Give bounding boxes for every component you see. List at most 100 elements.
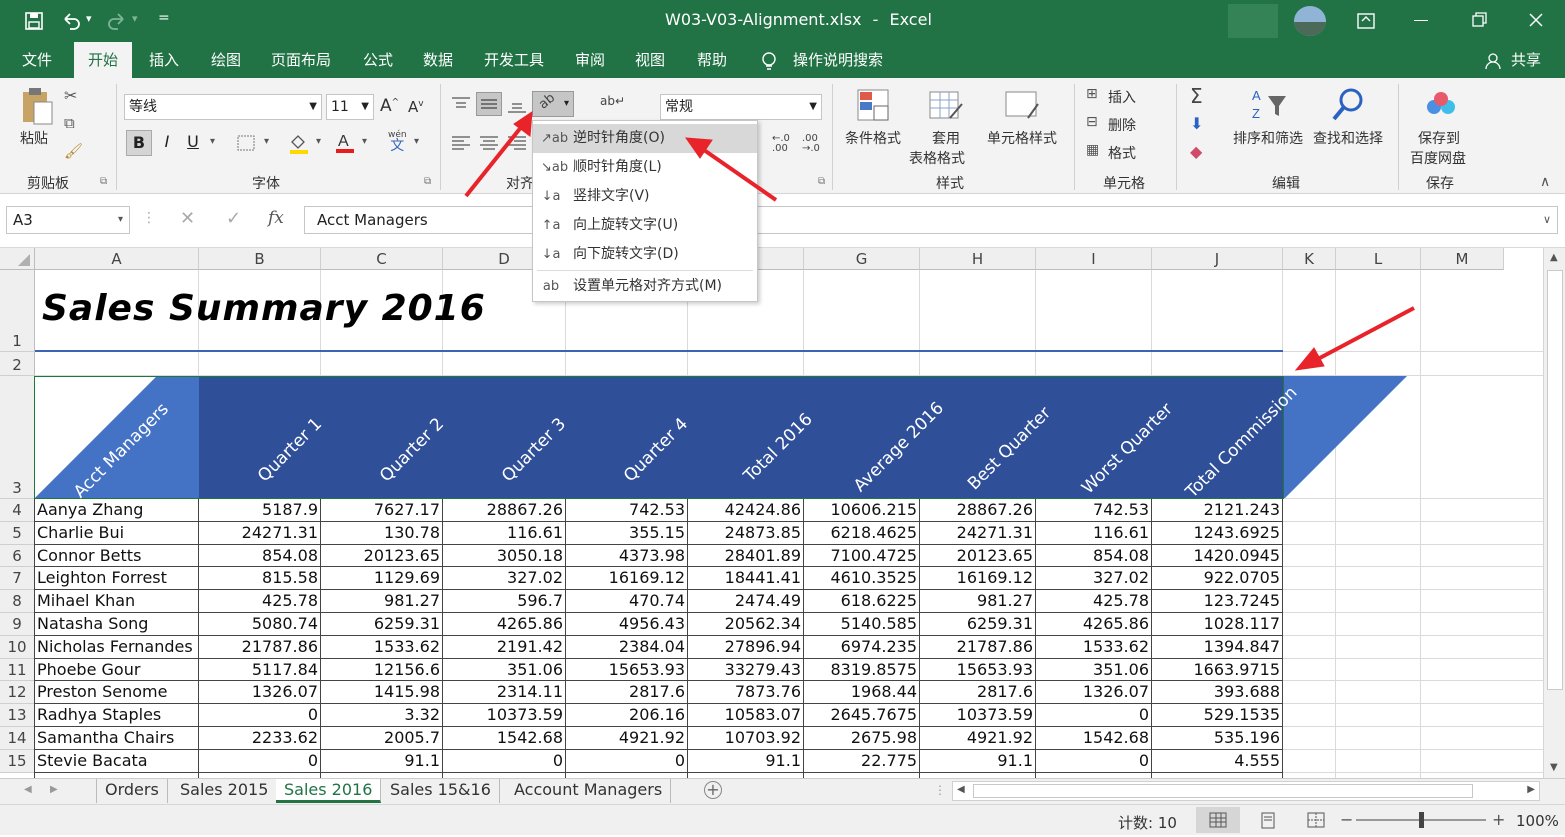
scroll-tabs-right-icon[interactable]: ▶ [50,784,58,795]
sheet-title[interactable]: Sales Summary 2016 [42,288,486,329]
column-header-a[interactable]: A [35,248,199,270]
cell-styles-button[interactable]: 单元格样式 [987,128,1057,148]
horizontal-scroll-thumb[interactable] [973,784,1473,798]
chevron-down-icon[interactable]: ▾ [210,136,215,147]
value-cell[interactable]: 22.775 [806,749,919,771]
normal-view-button[interactable] [1196,807,1240,833]
manager-name-cell[interactable]: Preston Senome [37,680,198,702]
format-as-table-line2[interactable]: 表格格式 [909,148,965,168]
horizontal-scrollbar[interactable]: ◀ ▶ [952,781,1540,801]
value-cell[interactable]: 1028.117 [1154,612,1282,634]
value-cell[interactable]: 7873.76 [690,680,803,702]
value-cell[interactable]: 2121.243 [1154,498,1282,520]
value-cell[interactable]: 20123.65 [323,544,442,566]
clear-icon[interactable]: ◆ [1190,142,1202,161]
border-icon[interactable] [236,134,256,152]
tab-data[interactable]: 数据 [410,42,466,78]
value-cell[interactable]: 24873.85 [690,521,803,543]
tab-splitter-icon[interactable]: ⋮ [934,783,946,797]
manager-name-cell[interactable]: Connor Betts [37,544,198,566]
row-header-8[interactable]: 8 [0,590,35,613]
tab-developer[interactable]: 开发工具 [474,42,554,78]
value-cell[interactable]: 1243.6925 [1154,521,1282,543]
value-cell[interactable]: 1968.44 [806,680,919,702]
value-cell[interactable]: 10373.59 [445,703,565,725]
chevron-down-icon[interactable]: ▾ [316,136,321,147]
autosum-icon[interactable]: Σ [1190,84,1203,108]
scroll-left-icon[interactable]: ◀ [957,784,965,795]
value-cell[interactable]: 1542.68 [1038,726,1151,748]
scroll-down-icon[interactable]: ▼ [1550,762,1558,773]
sheet-tab-sales-15-16[interactable]: Sales 15&16 [382,779,500,803]
tab-page-layout[interactable]: 页面布局 [262,42,340,78]
find-select-icon[interactable] [1330,86,1366,124]
font-size-select[interactable]: 11 ▼ [326,94,374,120]
value-cell[interactable]: 1420.0945 [1154,544,1282,566]
copy-icon[interactable]: ⧉ [64,114,75,132]
value-cell[interactable]: 24271.31 [201,521,320,543]
align-top-icon[interactable] [450,96,472,112]
value-cell[interactable]: 7100.4725 [806,544,919,566]
column-header-k[interactable]: K [1283,248,1336,270]
value-cell[interactable]: 2005.7 [323,726,442,748]
ribbon-display-options-icon[interactable] [1356,11,1376,31]
value-cell[interactable]: 28401.89 [690,544,803,566]
value-cell[interactable]: 3.32 [323,703,442,725]
value-cell[interactable]: 393.688 [1154,680,1282,702]
font-name-select[interactable]: 等线 ▼ [124,94,322,120]
value-cell[interactable]: 529.1535 [1154,703,1282,725]
value-cell[interactable]: 5117.84 [201,658,320,680]
tab-home[interactable]: 开始 [74,42,132,78]
value-cell[interactable]: 27896.94 [690,635,803,657]
fill-icon[interactable]: ⬇ [1190,114,1203,133]
row-header-7[interactable]: 7 [0,567,35,591]
menu-item-rotate-down[interactable]: ↓a 向下旋转文字(D) [533,240,757,269]
value-cell[interactable]: 28867.26 [445,498,565,520]
cancel-formula-icon[interactable]: ✕ [180,208,195,229]
value-cell[interactable]: 2314.11 [445,680,565,702]
format-as-table-line1[interactable]: 套用 [932,128,960,148]
manager-name-cell[interactable]: Samantha Chairs [37,726,198,748]
column-header-j[interactable]: J [1152,248,1283,270]
scroll-right-icon[interactable]: ▶ [1527,784,1535,795]
manager-name-cell[interactable]: Charlie Bui [37,521,198,543]
vertical-scroll-thumb[interactable] [1547,270,1563,690]
value-cell[interactable]: 91.1 [323,749,442,771]
scroll-tabs-left-icon[interactable]: ◀ [24,784,32,795]
tab-view[interactable]: 视图 [622,42,678,78]
value-cell[interactable]: 4921.92 [568,726,687,748]
font-launcher-icon[interactable]: ⧉ [424,176,431,187]
sheet-tab-sales-2015[interactable]: Sales 2015 [172,779,278,803]
value-cell[interactable]: 4265.86 [445,612,565,634]
row-header-12[interactable]: 12 [0,681,35,705]
row-header-13[interactable]: 13 [0,704,35,727]
tab-help[interactable]: 帮助 [684,42,740,78]
delete-cells-button[interactable]: 删除 [1108,115,1136,135]
sheet-tab-sales-2016[interactable]: Sales 2016 [276,779,382,803]
value-cell[interactable]: 6218.4625 [806,521,919,543]
value-cell[interactable]: 351.06 [1038,658,1151,680]
minimize-icon[interactable] [1414,20,1428,21]
manager-name-cell[interactable]: Radhya Staples [37,703,198,725]
row-header-3[interactable]: 3 [0,376,35,499]
italic-button[interactable]: I [156,130,178,156]
cut-icon[interactable]: ✂ [64,86,77,105]
value-cell[interactable]: 2675.98 [806,726,919,748]
chevron-down-icon[interactable]: ▾ [362,136,367,147]
tell-me-search[interactable]: 操作说明搜索 [788,42,888,78]
column-header-i[interactable]: I [1036,248,1152,270]
user-avatar[interactable] [1294,6,1326,36]
value-cell[interactable]: 2191.42 [445,635,565,657]
value-cell[interactable]: 16169.12 [568,566,687,588]
row-header-1[interactable]: 1 [0,270,35,352]
row-header-2[interactable]: 2 [0,352,35,376]
tab-review[interactable]: 审阅 [562,42,618,78]
value-cell[interactable]: 3050.18 [445,544,565,566]
close-icon[interactable] [1528,12,1544,28]
zoom-out-icon[interactable]: − [1340,810,1353,829]
format-as-table-icon[interactable] [928,88,964,124]
manager-name-cell[interactable]: Stevie Bacata [37,749,198,771]
value-cell[interactable]: 4610.3525 [806,566,919,588]
insert-cells-button[interactable]: 插入 [1108,87,1136,107]
align-center-icon[interactable] [478,134,500,152]
